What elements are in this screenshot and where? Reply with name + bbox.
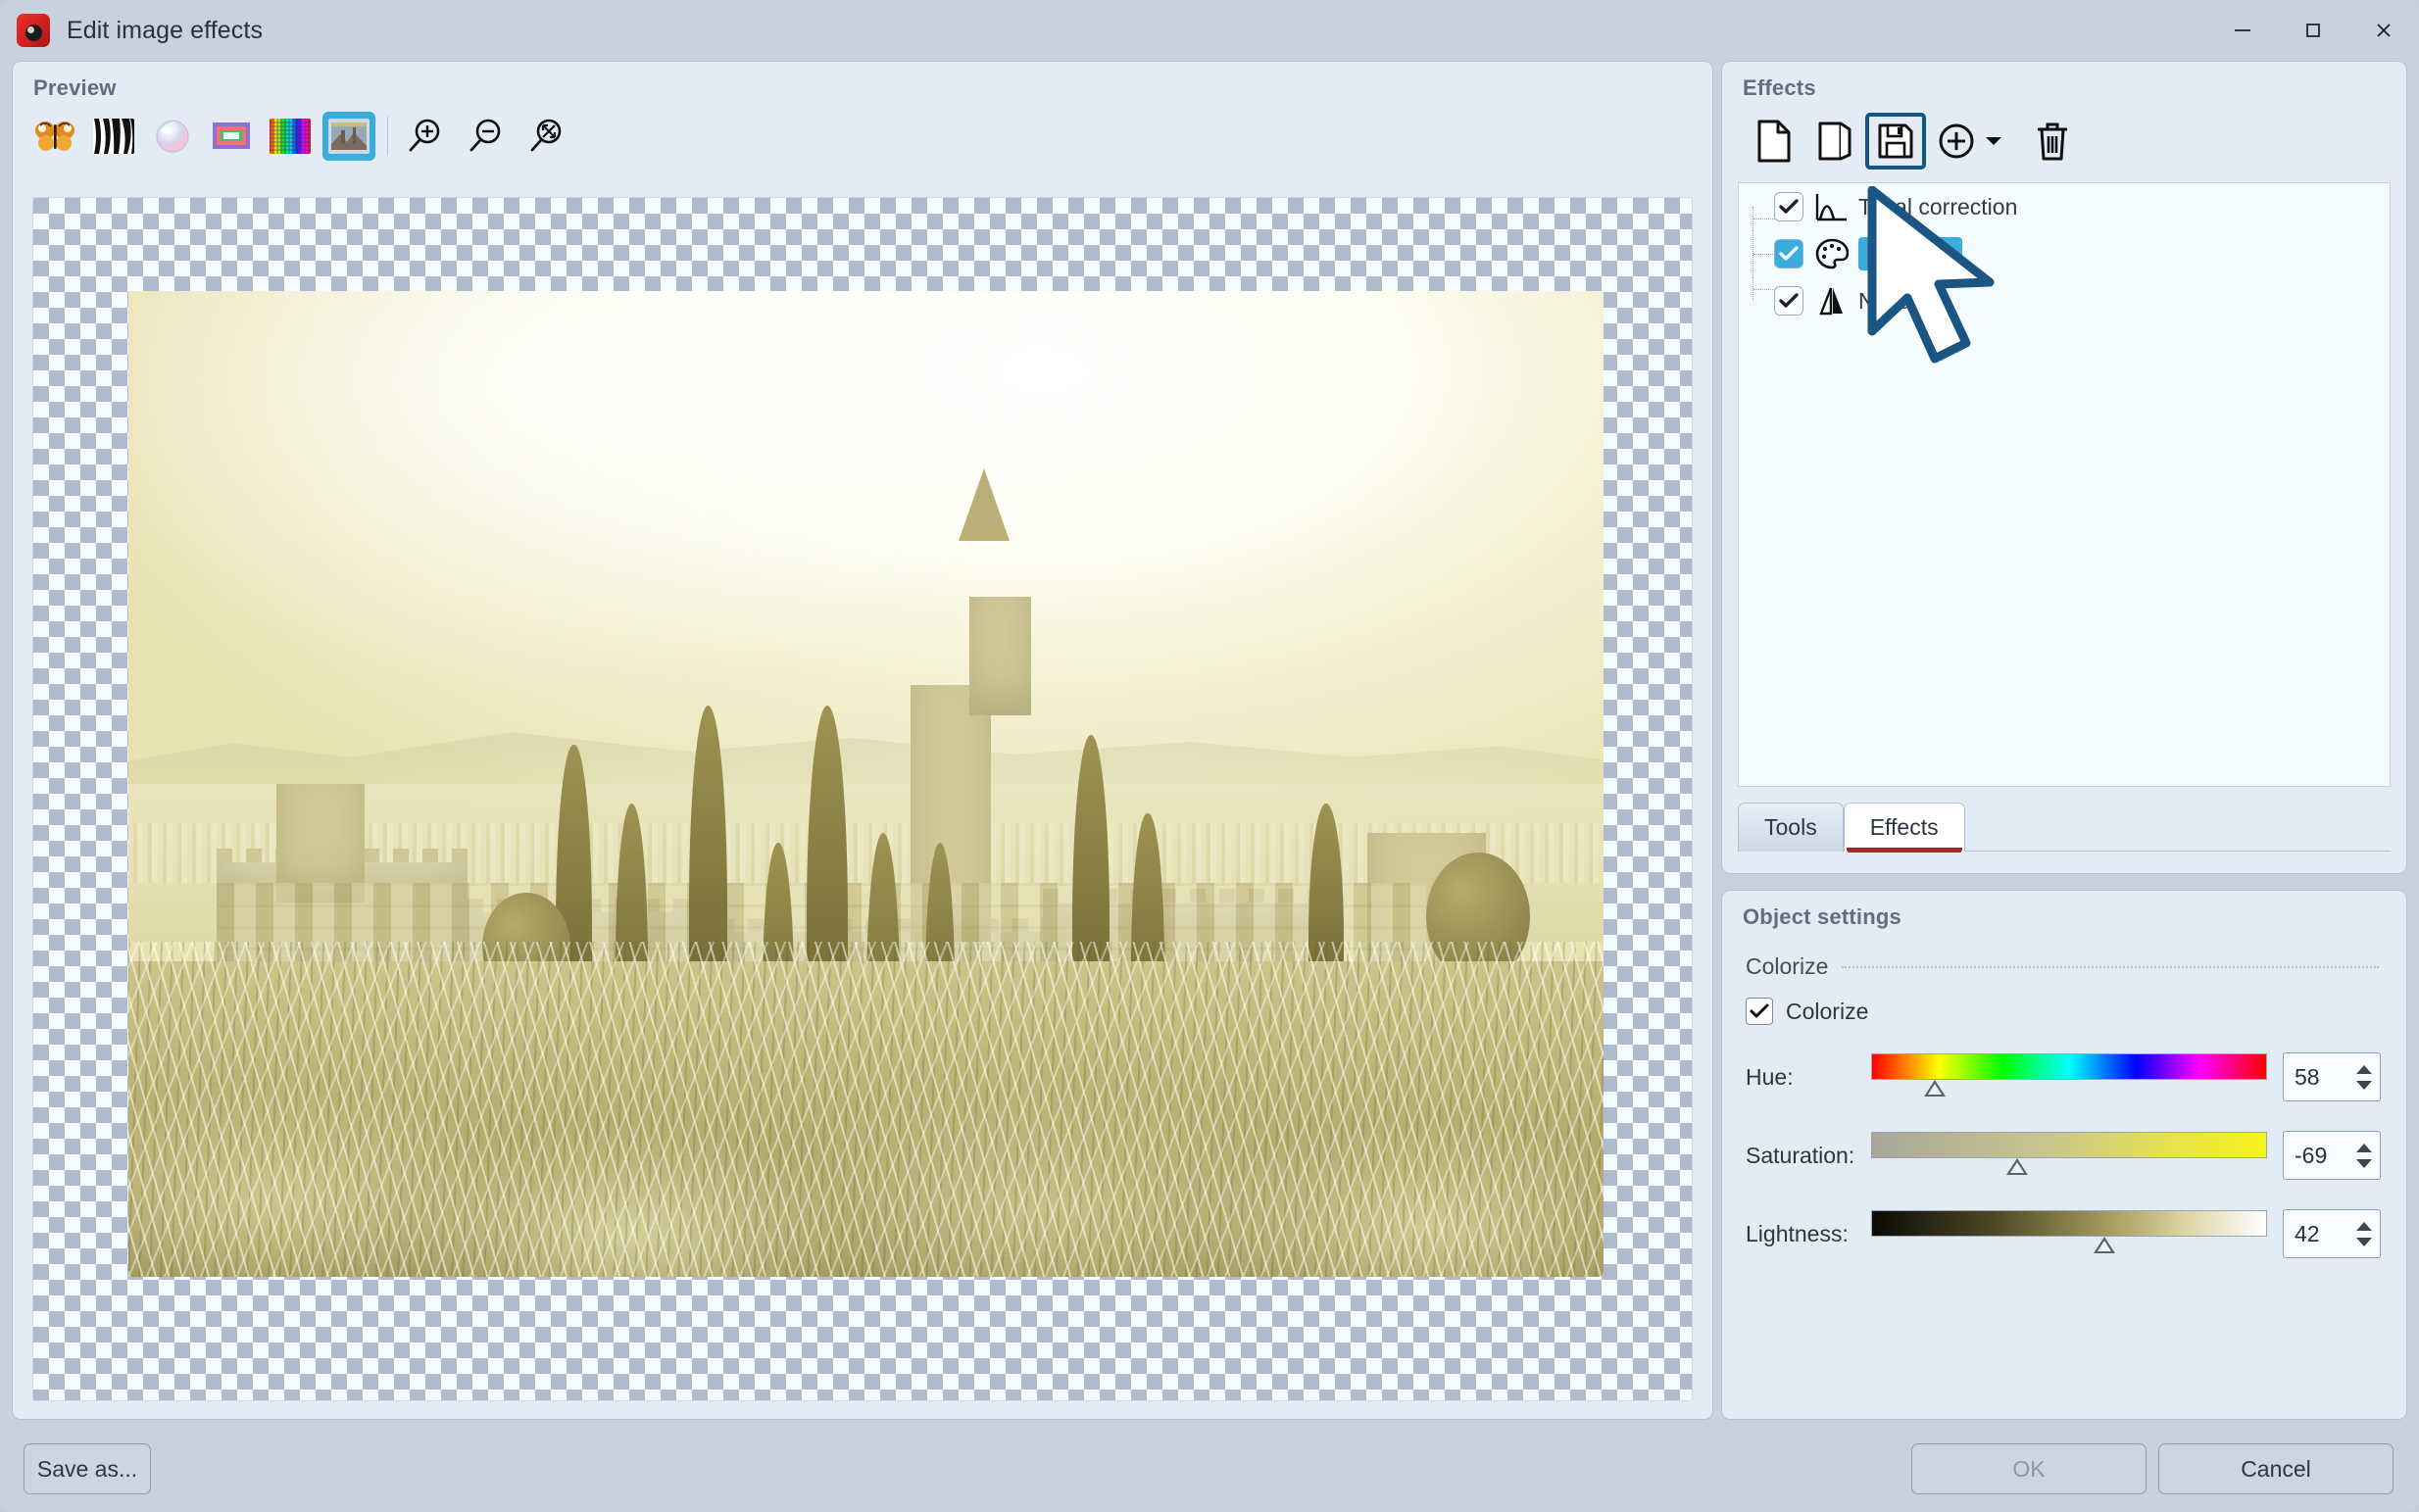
window-title: Edit image effects <box>67 17 263 45</box>
chevron-down-icon[interactable] <box>1983 135 2004 147</box>
preview-panel: Preview <box>12 61 1713 1420</box>
new-effect-icon[interactable] <box>1744 113 1804 170</box>
color-frame-sample-thumbnail[interactable] <box>205 112 258 161</box>
maximize-icon[interactable] <box>2278 0 2348 61</box>
minimize-icon[interactable] <box>2207 0 2278 61</box>
saturation-slider-row: Saturation: -69 <box>1722 1129 2406 1182</box>
lightness-stepper-arrows[interactable] <box>2356 1210 2372 1257</box>
colorize-group-label: Colorize <box>1746 953 1828 980</box>
hue-gradient-track[interactable] <box>1871 1053 2267 1080</box>
zebra-sample-thumbnail[interactable] <box>87 112 140 161</box>
colorize-checkbox-row[interactable]: Colorize <box>1722 980 2406 1025</box>
effect-enabled-checkbox[interactable] <box>1774 239 1803 268</box>
saturation-slider[interactable] <box>1871 1129 2267 1182</box>
saturation-decrement-icon[interactable] <box>2356 1159 2372 1168</box>
edit-image-effects-window: Edit image effects Preview <box>0 0 2419 1512</box>
hue-slider-handle[interactable] <box>1924 1080 1946 1097</box>
saturation-increment-icon[interactable] <box>2356 1144 2372 1152</box>
window-body: Preview <box>0 61 2419 1430</box>
toolbar-separator <box>387 117 388 156</box>
cancel-button[interactable]: Cancel <box>2158 1443 2394 1494</box>
preview-heading: Preview <box>13 62 1712 101</box>
saturation-stepper-arrows[interactable] <box>2356 1132 2372 1179</box>
effects-heading: Effects <box>1722 62 2406 101</box>
effects-toolbar <box>1722 101 2406 170</box>
lightness-slider-row: Lightness: 42 <box>1722 1207 2406 1260</box>
lightness-gradient-track[interactable] <box>1871 1210 2267 1237</box>
tab-tools[interactable]: Tools <box>1738 803 1844 852</box>
saturation-value: -69 <box>2284 1143 2327 1169</box>
effect-label: Colorize <box>1858 237 1962 270</box>
lightness-stepper[interactable]: 42 <box>2283 1209 2381 1258</box>
save-effect-icon[interactable] <box>1865 113 1926 170</box>
image-canvas[interactable] <box>32 197 1693 1401</box>
effect-list-item[interactable]: Tonal correction <box>1739 183 2390 230</box>
app-logo-icon <box>17 14 50 47</box>
lightness-value: 42 <box>2284 1221 2320 1247</box>
effects-panel: Effects <box>1721 61 2407 874</box>
right-column: Effects <box>1721 61 2407 1420</box>
lightness-increment-icon[interactable] <box>2356 1222 2372 1231</box>
effect-list-item[interactable]: Colorize <box>1739 230 2390 277</box>
hue-slider[interactable] <box>1871 1050 2267 1103</box>
negative-icon <box>1811 282 1852 319</box>
colorize-checkbox[interactable] <box>1746 998 1773 1025</box>
hue-label: Hue: <box>1746 1064 1871 1091</box>
effect-enabled-checkbox[interactable] <box>1774 192 1803 221</box>
delete-effect-icon[interactable] <box>2022 113 2083 170</box>
effect-label: Negative <box>1858 288 1948 315</box>
hue-decrement-icon[interactable] <box>2356 1081 2372 1090</box>
close-icon[interactable] <box>2348 0 2419 61</box>
effect-list-item[interactable]: Negative <box>1739 277 2390 324</box>
tab-tools-label: Tools <box>1764 814 1817 841</box>
group-divider <box>1842 966 2379 968</box>
open-effect-icon[interactable] <box>1804 113 1865 170</box>
palette-icon <box>1811 235 1852 272</box>
title-bar: Edit image effects <box>0 0 2419 61</box>
preview-image <box>128 291 1604 1277</box>
hue-increment-icon[interactable] <box>2356 1065 2372 1074</box>
effect-label: Tonal correction <box>1858 194 2017 220</box>
panel-tabs: Tools Effects <box>1738 795 2391 852</box>
tab-effects-label: Effects <box>1870 814 1939 841</box>
effect-enabled-checkbox[interactable] <box>1774 286 1803 316</box>
zoom-in-icon[interactable] <box>400 112 451 161</box>
curve-icon <box>1811 188 1852 225</box>
hue-stepper-arrows[interactable] <box>2356 1053 2372 1100</box>
lightness-decrement-icon[interactable] <box>2356 1238 2372 1246</box>
dialog-footer: Save as... OK Cancel <box>0 1430 2419 1512</box>
saturation-label: Saturation: <box>1746 1143 1871 1169</box>
colorize-group-header: Colorize <box>1722 930 2406 980</box>
hue-stepper[interactable]: 58 <box>2283 1052 2381 1101</box>
butterfly-sample-thumbnail[interactable] <box>28 112 81 161</box>
add-effect-icon[interactable] <box>1926 113 1987 170</box>
lightness-slider-handle[interactable] <box>2094 1237 2115 1253</box>
object-settings-heading: Object settings <box>1722 891 2406 930</box>
hue-slider-row: Hue: 58 <box>1722 1050 2406 1103</box>
ok-button[interactable]: OK <box>1911 1443 2147 1494</box>
zoom-fit-icon[interactable] <box>521 112 572 161</box>
current-image-thumbnail[interactable] <box>322 112 375 161</box>
saturation-slider-handle[interactable] <box>2006 1158 2028 1175</box>
save-as-button[interactable]: Save as... <box>24 1443 151 1494</box>
zoom-out-icon[interactable] <box>461 112 512 161</box>
object-settings-panel: Object settings Colorize Colorize Hue: <box>1721 890 2407 1420</box>
lightness-label: Lightness: <box>1746 1221 1871 1247</box>
tabs-filler <box>1965 803 2391 852</box>
saturation-gradient-track[interactable] <box>1871 1132 2267 1158</box>
preview-toolbar <box>13 101 1712 162</box>
color-grid-sample-thumbnail[interactable] <box>264 112 317 161</box>
colorize-checkbox-label: Colorize <box>1786 999 1868 1025</box>
hue-value: 58 <box>2284 1064 2320 1091</box>
effects-list[interactable]: Tonal correction <box>1738 182 2391 787</box>
lightness-slider[interactable] <box>1871 1207 2267 1260</box>
bubble-sample-thumbnail[interactable] <box>146 112 199 161</box>
window-controls <box>2207 0 2419 61</box>
tab-effects[interactable]: Effects <box>1844 803 1965 852</box>
saturation-stepper[interactable]: -69 <box>2283 1131 2381 1180</box>
